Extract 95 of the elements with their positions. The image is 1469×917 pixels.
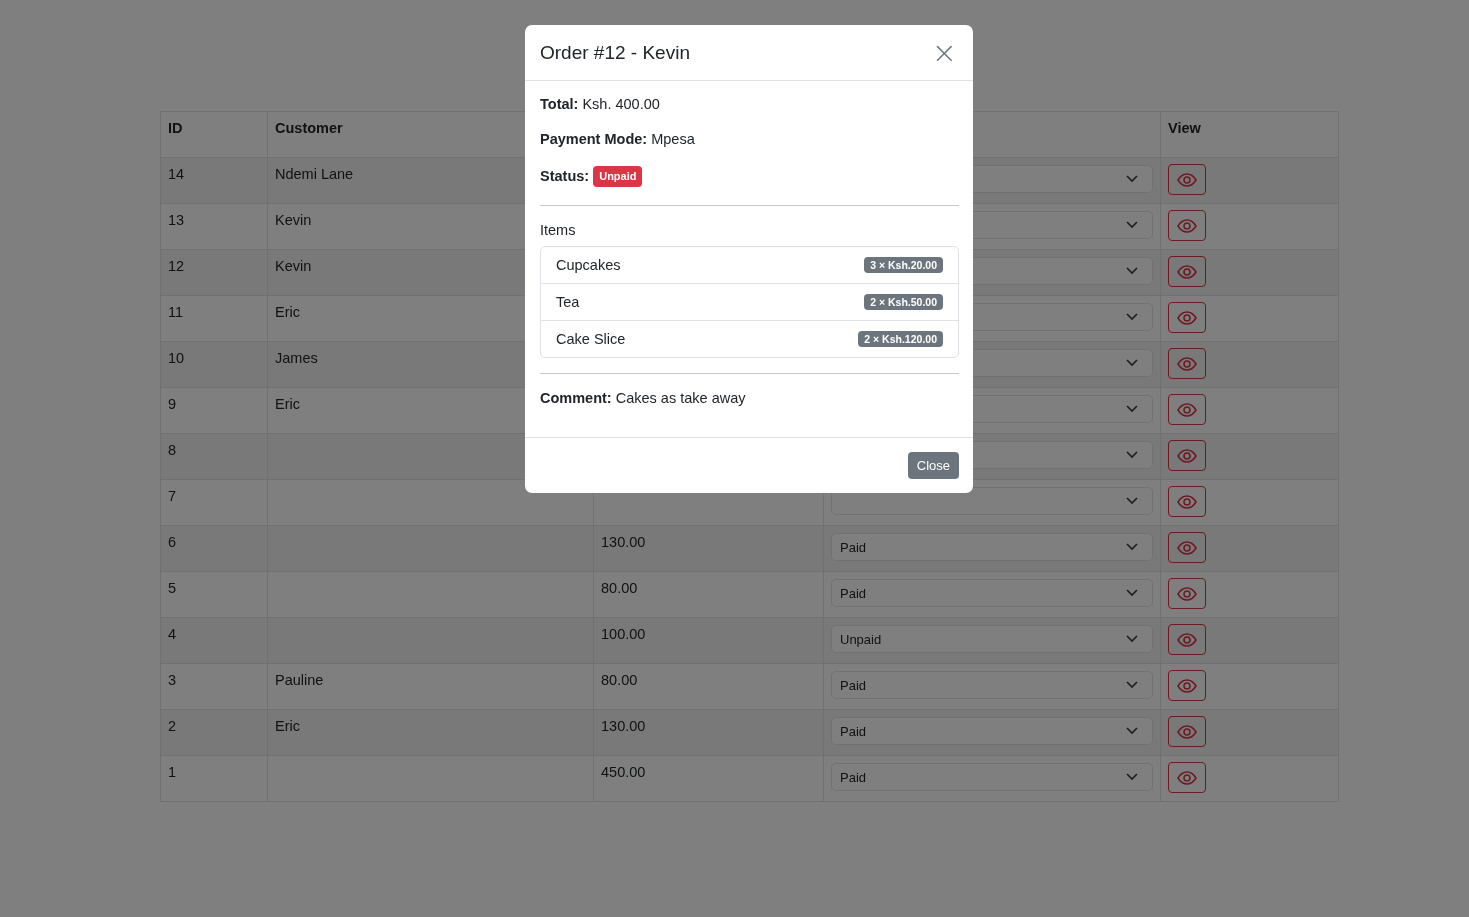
eye-icon (1177, 678, 1197, 693)
order-id: 13 (168, 212, 185, 228)
order-id: 3 (168, 672, 177, 688)
eye-icon (1177, 172, 1197, 187)
chevron-down-icon (1126, 359, 1138, 367)
status-label: Status: (540, 168, 590, 184)
eye-icon (1177, 310, 1197, 325)
customer-name: James (275, 350, 318, 366)
customer-name: Pauline (275, 672, 324, 688)
chevron-down-icon (1126, 543, 1138, 551)
order-comment: Comment: Cakes as take away (540, 390, 747, 407)
view-button[interactable] (1168, 348, 1206, 379)
eye-icon (1177, 632, 1197, 647)
order-amount: 80.00 (601, 580, 638, 596)
eye-icon (1177, 448, 1197, 463)
order-id: 7 (168, 488, 177, 504)
order-id: 6 (168, 534, 177, 550)
customer-name: Eric (275, 304, 300, 320)
chevron-down-icon (1126, 405, 1138, 413)
status-badge: Unpaid (593, 166, 643, 187)
status-select[interactable]: Paid (831, 533, 1153, 561)
eye-icon (1177, 402, 1197, 417)
item-name: Cupcakes (556, 257, 621, 273)
order-detail: Payment Mode: Mpesa (540, 131, 696, 148)
order-id: 14 (168, 166, 185, 182)
order-id: 11 (168, 304, 184, 320)
order-amount: 130.00 (601, 718, 646, 734)
column-header: View (1168, 120, 1201, 136)
order-id: 9 (168, 396, 177, 412)
eye-icon (1177, 264, 1197, 279)
eye-icon (1177, 218, 1197, 233)
order-id: 8 (168, 442, 177, 458)
chevron-down-icon (1126, 221, 1138, 229)
status-select[interactable]: Unpaid (831, 625, 1153, 653)
view-button[interactable] (1168, 578, 1206, 609)
order-amount: 100.00 (601, 626, 646, 642)
chevron-down-icon (1126, 313, 1138, 321)
order-id: 12 (168, 258, 185, 274)
chevron-down-icon (1126, 175, 1138, 183)
item-name: Tea (556, 294, 580, 310)
view-button[interactable] (1168, 486, 1206, 517)
view-button[interactable] (1168, 256, 1206, 287)
chevron-down-icon (1126, 635, 1138, 643)
view-button[interactable] (1168, 670, 1206, 701)
status-select[interactable]: Paid (831, 579, 1153, 607)
customer-name: Eric (275, 396, 300, 412)
chevron-down-icon (1126, 267, 1138, 275)
order-id: 5 (168, 580, 177, 596)
status-select[interactable]: Paid (831, 763, 1153, 791)
eye-icon (1177, 540, 1197, 555)
view-button[interactable] (1168, 394, 1206, 425)
order-amount: 130.00 (601, 534, 646, 550)
order-amount: 450.00 (601, 764, 646, 780)
view-button[interactable] (1168, 164, 1206, 195)
eye-icon (1177, 724, 1197, 739)
chevron-down-icon (1126, 727, 1138, 735)
customer-name: Kevin (275, 258, 312, 274)
view-button[interactable] (1168, 302, 1206, 333)
eye-icon (1177, 356, 1197, 371)
column-header: Customer (275, 120, 343, 136)
status-select[interactable] (831, 487, 1153, 515)
quantity-badge: 2 × Ksh.50.00 (864, 294, 943, 310)
order-id: 4 (168, 626, 177, 642)
customer-name: Eric (275, 718, 300, 734)
status-select[interactable]: Paid (831, 717, 1153, 745)
view-button[interactable] (1168, 716, 1206, 747)
order-detail: Total: Ksh. 400.00 (540, 96, 661, 113)
close-button[interactable]: × (929, 37, 959, 68)
dialog-title: Order #12 - Kevin (540, 41, 690, 64)
chevron-down-icon (1126, 497, 1138, 505)
customer-name: Ndemi Lane (275, 166, 354, 182)
customer-name: Kevin (275, 212, 312, 228)
view-button[interactable] (1168, 210, 1206, 241)
eye-icon (1177, 586, 1197, 601)
quantity-badge: 2 × Ksh.120.00 (858, 331, 943, 347)
order-amount: 80.00 (601, 672, 638, 688)
chevron-down-icon (1126, 589, 1138, 597)
view-button[interactable] (1168, 440, 1206, 471)
column-header: ID (168, 120, 183, 136)
order-id: 10 (168, 350, 185, 366)
items-heading: Items (540, 222, 577, 239)
quantity-badge: 3 × Ksh.20.00 (864, 257, 943, 273)
chevron-down-icon (1126, 773, 1138, 781)
view-button[interactable] (1168, 532, 1206, 563)
eye-icon (1177, 494, 1197, 509)
eye-icon (1177, 770, 1197, 785)
view-button[interactable] (1168, 762, 1206, 793)
status-select[interactable]: Paid (831, 671, 1153, 699)
close-button[interactable]: Close (907, 452, 959, 479)
view-button[interactable] (1168, 624, 1206, 655)
item-name: Cake Slice (556, 331, 626, 347)
order-id: 2 (168, 718, 177, 734)
chevron-down-icon (1126, 681, 1138, 689)
order-id: 1 (168, 764, 177, 780)
chevron-down-icon (1126, 451, 1138, 459)
